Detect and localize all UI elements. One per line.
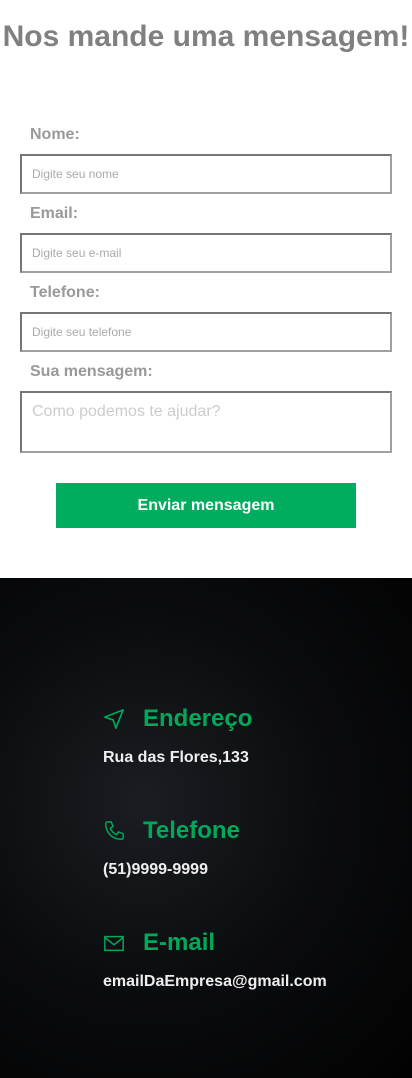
email-item: E-mail emailDaEmpresa@gmail.com — [103, 929, 327, 991]
message-textarea[interactable]: Como podemos te ajudar? — [20, 391, 392, 453]
phone-value: (51)9999-9999 — [103, 861, 208, 878]
email-title: E-mail — [143, 929, 216, 956]
contact-form: Nos mande uma mensagem! Nome: Digite seu… — [0, 0, 412, 578]
email-value[interactable]: emailDaEmpresa@gmail.com — [103, 973, 327, 991]
address-value: Rua das Flores,133 — [103, 749, 249, 766]
phone-item: Telefone (51)9999-9999 — [103, 817, 240, 879]
address-item: Endereço Rua das Flores,133 — [103, 705, 252, 767]
message-label: Sua mensagem: — [30, 363, 153, 380]
name-input[interactable]: Digite seu nome — [20, 154, 392, 194]
contact-info: Endereço Rua das Flores,133 Telefone (51… — [0, 578, 412, 1078]
address-title: Endereço — [143, 705, 253, 732]
name-label: Nome: — [30, 126, 80, 143]
email-label: Email: — [30, 205, 79, 222]
mail-icon — [104, 935, 124, 952]
send-message-button[interactable]: Enviar mensagem — [56, 483, 356, 528]
page-title: Nos mande uma mensagem! — [2, 20, 410, 53]
navigation-icon — [104, 709, 124, 729]
phone-input[interactable]: Digite seu telefone — [20, 312, 392, 352]
phone-icon — [105, 821, 124, 840]
phone-title: Telefone — [143, 817, 240, 844]
email-input[interactable]: Digite seu e-mail — [20, 233, 392, 273]
phone-label: Telefone: — [30, 284, 100, 301]
